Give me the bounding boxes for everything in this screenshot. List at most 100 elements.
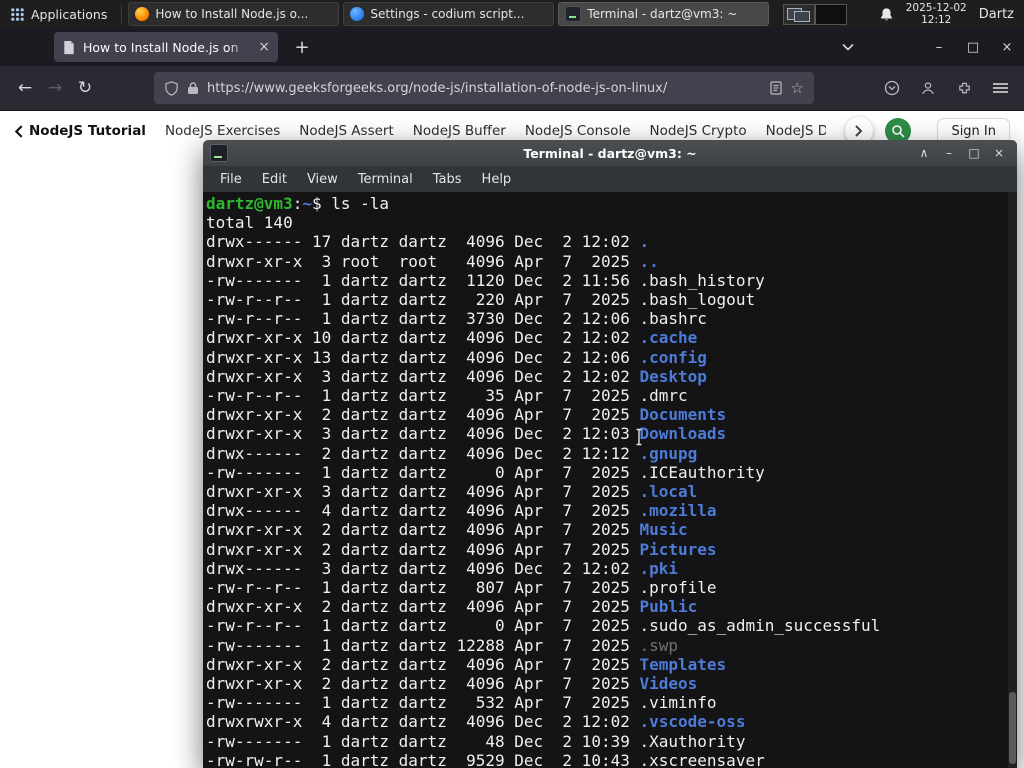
terminal-output: dartz@vm3:~$ ls -la total 140 drwx------ 1… [206,194,1017,768]
terminal-shade-button[interactable]: ∧ [913,146,935,160]
gfg-nav-item[interactable]: NodeJS Console [525,123,631,139]
window-button-label: Settings - codium script... [370,7,525,21]
terminal-line: drwx------ 3 dartz dartz 4096 Dec 2 12:0… [206,558,679,578]
terminal-scrollbar[interactable] [1008,192,1017,768]
file-name: . [639,232,650,252]
gfg-back-label: NodeJS Tutorial [29,123,146,139]
gfg-nav-item[interactable]: NodeJS Assert [299,123,394,139]
terminal-command: ls -la [331,194,390,213]
pager-window [794,10,811,22]
tab-close-button[interactable]: × [258,40,270,54]
gfg-nav-item[interactable]: NodeJS DNS [766,123,827,139]
terminal-line: -rw------- 1 dartz dartz 0 Apr 7 2025 .I… [206,462,765,482]
workspace-1[interactable] [783,3,816,25]
terminal-line: -rw-r--r-- 1 dartz dartz 35 Apr 7 2025 .… [206,386,688,406]
codium-icon [350,7,365,21]
panel-window-button[interactable]: Terminal - dartz@vm3: ~ [558,2,770,26]
padlock-icon [188,82,198,94]
window-close-button[interactable]: × [990,40,1024,55]
terminal-minimize-button[interactable]: – [938,146,960,160]
file-name: .xscreensaver [639,750,765,768]
file-name: .dmrc [639,386,688,406]
panel-clock[interactable]: 2025-12-02 12:12 [906,2,967,26]
tab-list-button[interactable] [842,43,876,51]
terminal-prompt-line: dartz@vm3:~$ ls -la [206,194,390,213]
new-tab-button[interactable]: + [288,37,316,58]
terminal-line: drwxr-xr-x 2 dartz dartz 4096 Apr 7 2025… [206,405,727,425]
terminal-title: Terminal - dartz@vm3: ~ [523,145,697,161]
extensions-icon[interactable] [950,73,978,103]
file-name: Documents [639,405,727,425]
terminal-line: -rw-r--r-- 1 dartz dartz 807 Apr 7 2025 … [206,578,717,598]
window-maximize-button[interactable]: □ [956,40,990,55]
app-menu-button[interactable] [986,73,1014,103]
terminal-line: -rw-r--r-- 1 dartz dartz 0 Apr 7 2025 .s… [206,616,881,636]
file-name: .ICEauthority [639,462,765,482]
terminal-line: -rw------- 1 dartz dartz 48 Dec 2 10:39 … [206,731,746,751]
file-name: Downloads [639,424,727,444]
tab-favicon [64,40,74,54]
terminal-line: -rw------- 1 dartz dartz 532 Apr 7 2025 … [206,693,717,713]
gfg-tutorial-link[interactable]: NodeJS Tutorial [14,123,146,139]
account-icon[interactable] [914,73,942,103]
terminal-menu-file[interactable]: File [211,169,251,190]
window-controls: – □ × [842,40,1024,55]
terminal-scrollbar-thumb[interactable] [1009,692,1016,764]
browser-tab-bar: How to Install Node.js on × + – □ × [0,28,1024,66]
notification-bell-icon[interactable] [879,7,894,22]
terminal-menu-help[interactable]: Help [473,169,521,190]
tracking-shield-icon[interactable] [164,80,179,96]
panel-window-button[interactable]: Settings - codium script... [343,2,555,26]
search-icon [892,125,906,138]
url-input[interactable]: https://www.geeksforgeeks.org/node-js/in… [207,81,761,96]
file-name: .bash_history [639,270,765,290]
file-name: .bash_logout [639,290,756,310]
file-name: .local [639,482,698,502]
panel-username: Dartz [978,6,1014,22]
gfg-nav-item[interactable]: NodeJS Buffer [413,123,506,139]
terminal-line: drwx------ 4 dartz dartz 4096 Apr 7 2025… [206,501,717,521]
gfg-nav-item[interactable]: NodeJS Exercises [165,123,280,139]
applications-menu[interactable]: Applications [6,5,115,24]
file-name: Public [639,597,698,617]
terminal-close-button[interactable]: × [988,146,1010,160]
terminal-line: drwxr-xr-x 13 dartz dartz 4096 Dec 2 12:… [206,347,707,367]
file-name: .profile [639,578,717,598]
prompt-cwd: ~ [302,194,312,213]
url-bar[interactable]: https://www.geeksforgeeks.org/node-js/in… [154,72,814,104]
text-cursor [636,428,642,446]
pocket-icon[interactable] [878,73,906,103]
gfg-nav-item[interactable]: NodeJS Crypto [650,123,747,139]
back-button[interactable]: ← [10,73,40,103]
file-name: .mozilla [639,501,717,521]
browser-tab[interactable]: How to Install Node.js on × [54,32,278,62]
terminal-line: drwxr-xr-x 2 dartz dartz 4096 Apr 7 2025… [206,520,688,540]
terminal-maximize-button[interactable]: □ [963,146,985,160]
terminal-line: -rw------- 1 dartz dartz 1120 Dec 2 11:5… [206,270,765,290]
reader-mode-icon[interactable] [769,81,783,95]
terminal-menu-tabs[interactable]: Tabs [424,169,471,190]
gfg-nav-items: NodeJS Exercises NodeJS Assert NodeJS Buff… [165,123,827,139]
panel-separator [121,5,123,23]
workspace-pager[interactable] [783,3,848,25]
window-minimize-button[interactable]: – [922,40,956,55]
file-name: .sudo_as_admin_successful [639,616,881,636]
terminal-body[interactable]: dartz@vm3:~$ ls -la total 140 drwx------ 1… [203,192,1017,768]
file-name: .gnupg [639,443,698,463]
terminal-menu-edit[interactable]: Edit [253,169,296,190]
terminal-line: drwxr-xr-x 2 dartz dartz 4096 Apr 7 2025… [206,597,698,617]
bookmark-star-icon[interactable]: ☆ [791,79,804,97]
file-name: .swp [639,635,679,655]
terminal-total-line: total 140 [206,213,293,233]
terminal-line: drwxrwxr-x 4 dartz dartz 4096 Dec 2 12:0… [206,712,746,732]
workspace-2[interactable] [815,3,848,25]
reload-button[interactable]: ↻ [70,73,100,103]
panel-window-button[interactable]: How to Install Node.js o... [128,2,340,26]
window-button-label: Terminal - dartz@vm3: ~ [587,7,738,21]
terminal-line: drwxr-xr-x 2 dartz dartz 4096 Apr 7 2025… [206,539,717,559]
terminal-menu-view[interactable]: View [298,169,347,190]
terminal-menu-terminal[interactable]: Terminal [349,169,422,190]
terminal-titlebar[interactable]: Terminal - dartz@vm3: ~ ∧ – □ × [203,140,1017,166]
forward-button[interactable]: → [40,73,70,103]
terminal-line: -rw-rw-r-- 1 dartz dartz 9529 Dec 2 10:4… [206,750,765,768]
